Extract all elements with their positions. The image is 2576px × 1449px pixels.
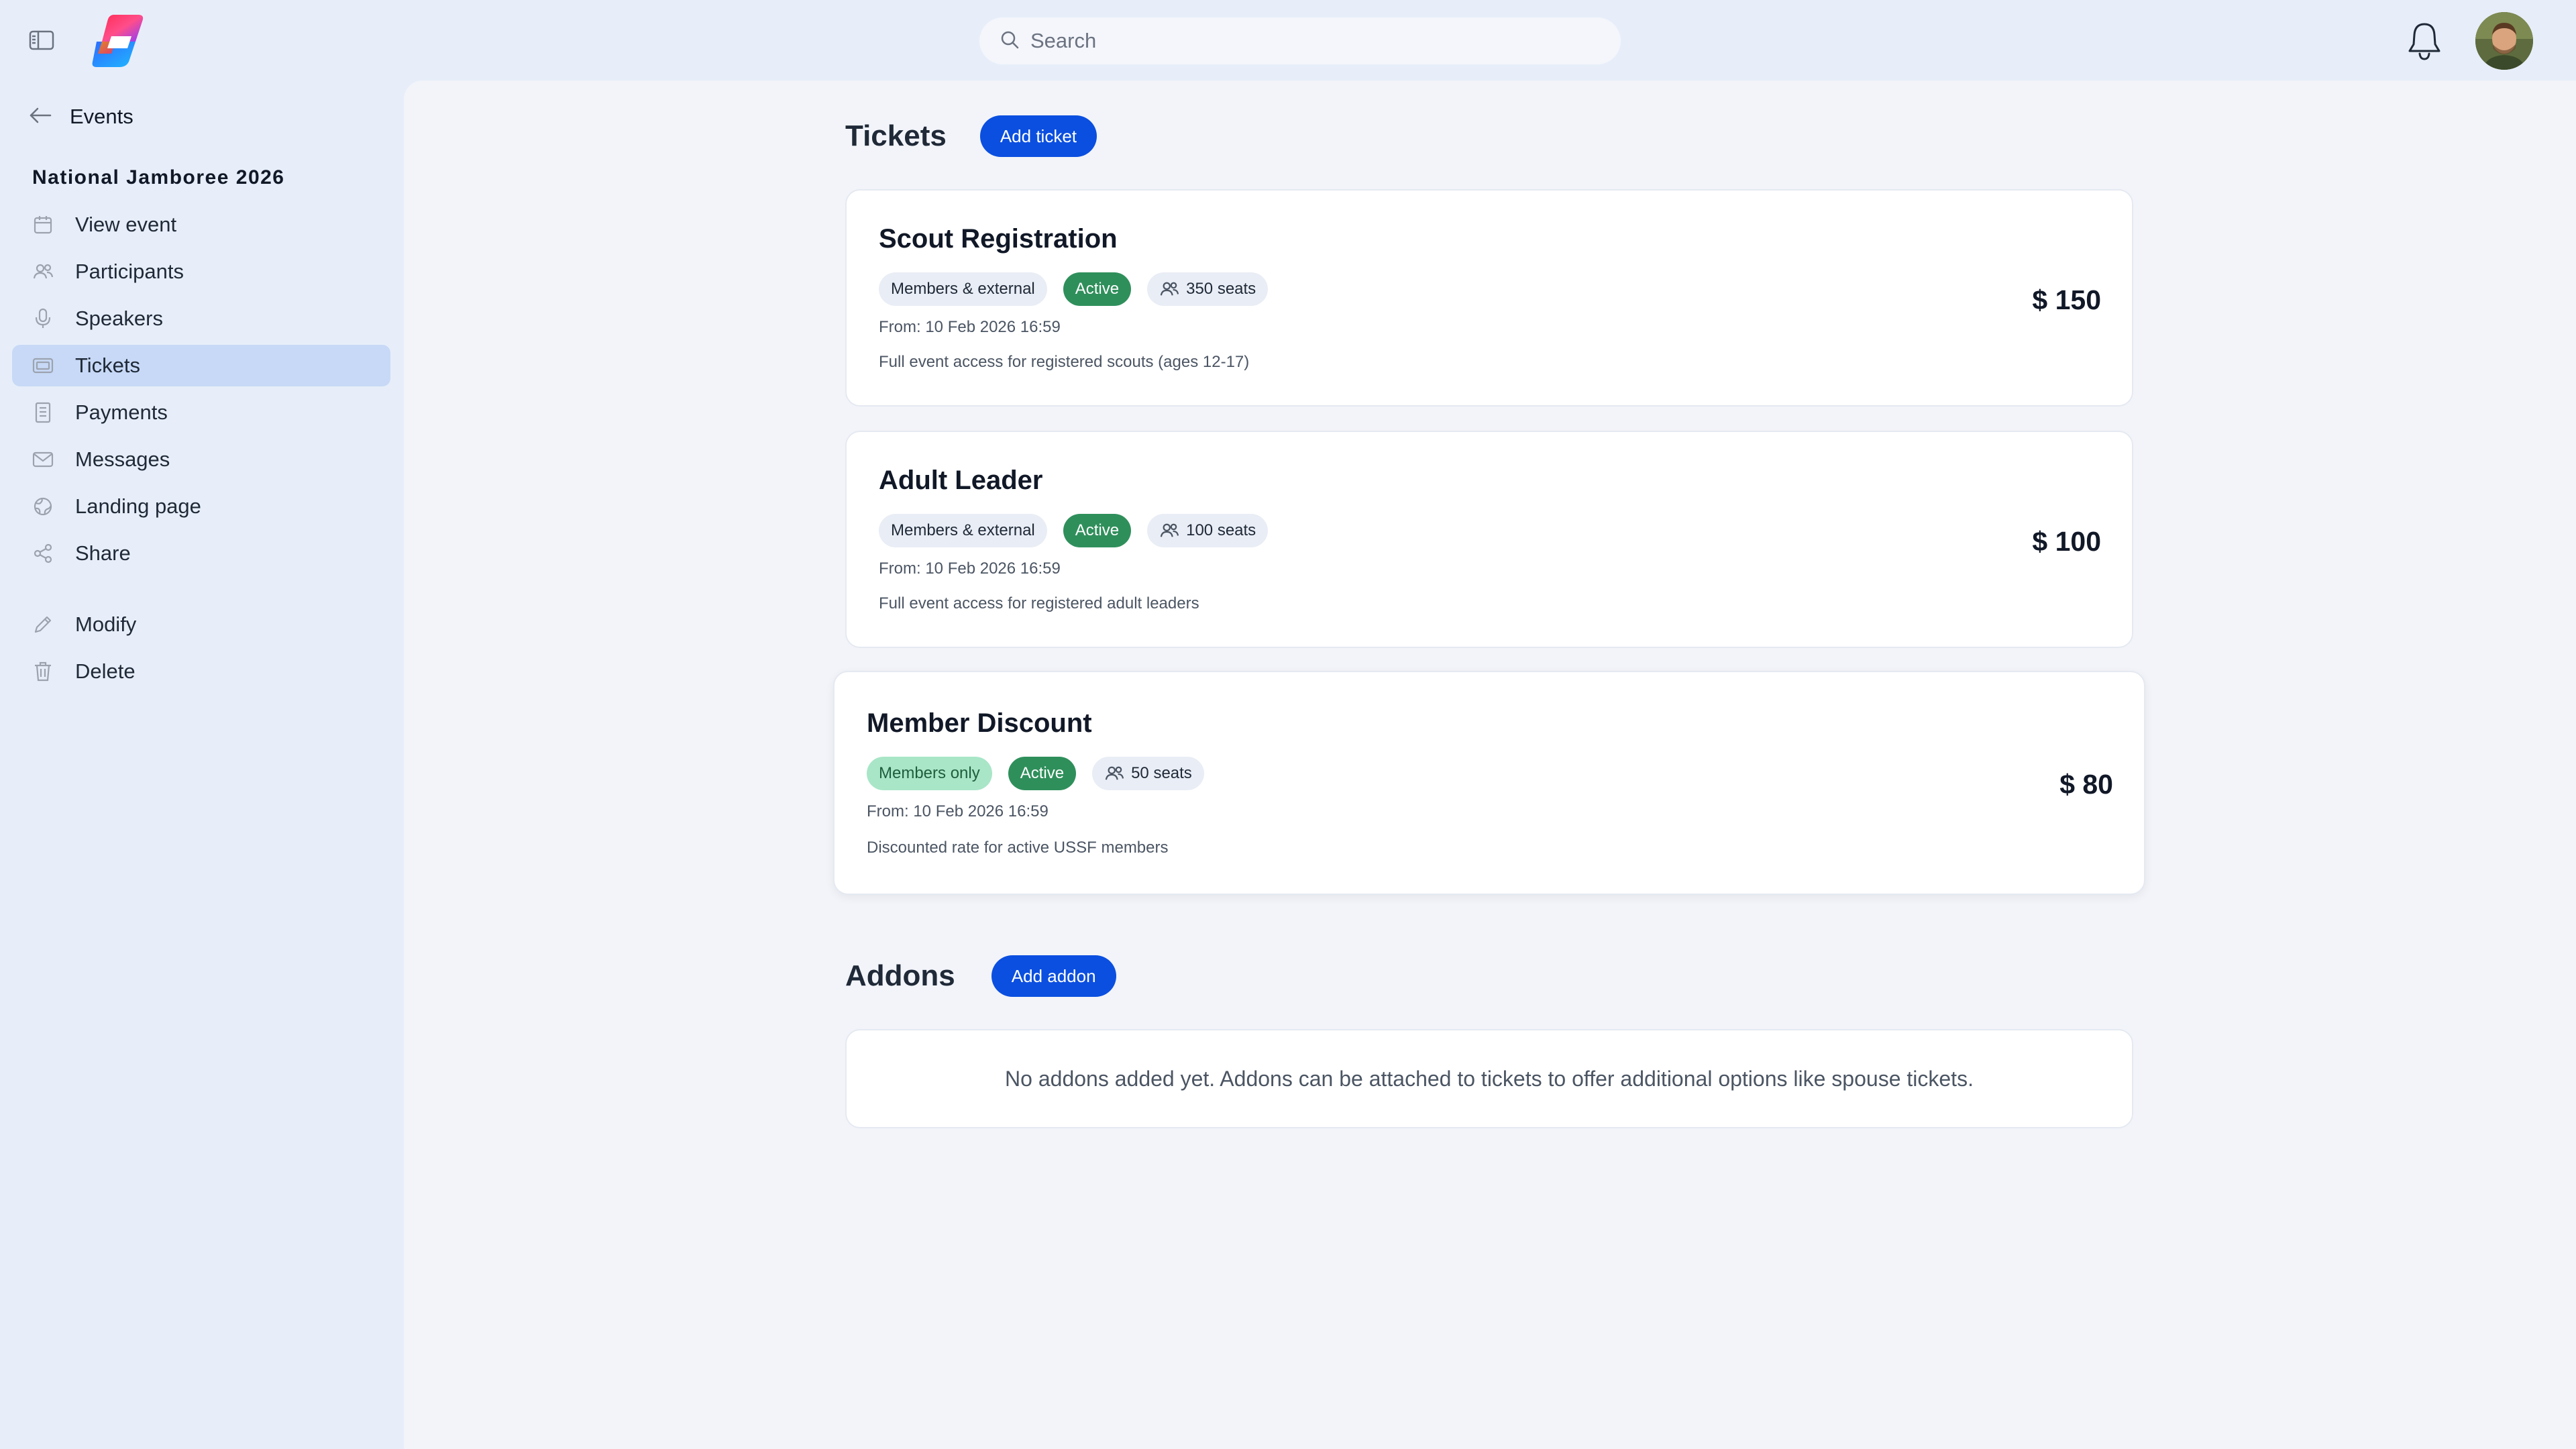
ticket-start-date: From: 10 Feb 2026 16:59 bbox=[879, 559, 1061, 578]
status-badge: Active bbox=[1063, 514, 1132, 547]
sidebar-item-speakers[interactable]: Speakers bbox=[12, 298, 390, 339]
ticket-badges: Members only Active 50 seats bbox=[867, 757, 1220, 790]
app-logo[interactable] bbox=[89, 12, 146, 70]
modify-event-button[interactable]: Modify bbox=[12, 604, 390, 645]
arrow-left-icon bbox=[28, 105, 52, 129]
sidebar-item-tickets[interactable]: Tickets bbox=[12, 345, 390, 386]
microphone-icon bbox=[31, 307, 55, 331]
back-link-label: Events bbox=[70, 105, 133, 128]
audience-badge: Members & external bbox=[879, 514, 1047, 547]
calendar-icon bbox=[31, 213, 55, 237]
addons-empty-message: No addons added yet. Addons can be attac… bbox=[1005, 1066, 1974, 1091]
sidebar-item-label: Share bbox=[75, 541, 131, 565]
user-avatar[interactable] bbox=[2475, 12, 2533, 70]
sidebar-item-payments[interactable]: Payments bbox=[12, 392, 390, 433]
addons-empty-state: No addons added yet. Addons can be attac… bbox=[845, 1029, 2133, 1128]
bell-icon[interactable] bbox=[2406, 19, 2443, 62]
share-icon bbox=[31, 541, 55, 566]
receipt-icon bbox=[31, 400, 55, 425]
sidebar-item-label: Landing page bbox=[75, 494, 201, 518]
sidebar: Events National Jamboree 2026 View event… bbox=[0, 80, 402, 1449]
add-addon-button[interactable]: Add addon bbox=[991, 955, 1116, 997]
ticket-start-date: From: 10 Feb 2026 16:59 bbox=[879, 318, 1061, 336]
modify-label: Modify bbox=[75, 612, 137, 636]
seats-count: 100 seats bbox=[1186, 521, 1256, 539]
seats-badge: 100 seats bbox=[1147, 514, 1269, 547]
ticket-start-date: From: 10 Feb 2026 16:59 bbox=[867, 802, 1049, 820]
nav-divider bbox=[12, 580, 390, 604]
sidebar-item-participants[interactable]: Participants bbox=[12, 251, 390, 292]
users-icon bbox=[1105, 766, 1124, 780]
search-input[interactable] bbox=[1030, 29, 1580, 53]
ticket-name: Adult Leader bbox=[879, 466, 1043, 495]
seats-badge: 350 seats bbox=[1147, 272, 1269, 306]
ticket-badges: Members & external Active 350 seats bbox=[879, 272, 1284, 306]
trash-icon bbox=[31, 659, 55, 684]
add-ticket-button[interactable]: Add ticket bbox=[979, 115, 1097, 157]
status-badge: Active bbox=[1063, 272, 1132, 306]
sidebar-item-label: Participants bbox=[75, 260, 184, 283]
seats-count: 350 seats bbox=[1186, 280, 1256, 298]
audience-badge: Members only bbox=[867, 757, 992, 790]
event-title: National Jamboree 2026 bbox=[32, 166, 285, 189]
sidebar-item-view-event[interactable]: View event bbox=[12, 204, 390, 246]
ticket-card[interactable]: Scout Registration Members & external Ac… bbox=[845, 189, 2133, 407]
seats-count: 50 seats bbox=[1131, 764, 1192, 782]
sidebar-item-label: View event bbox=[75, 213, 177, 236]
seats-badge: 50 seats bbox=[1092, 757, 1204, 790]
addons-header: Addons Add addon bbox=[845, 955, 1116, 997]
ticket-price: $ 80 bbox=[2059, 769, 2113, 800]
pencil-icon bbox=[31, 612, 55, 637]
ticket-card[interactable]: Adult Leader Members & external Active 1… bbox=[845, 431, 2133, 648]
tickets-heading: Tickets bbox=[845, 119, 947, 152]
ticket-description: Full event access for registered adult l… bbox=[879, 594, 1199, 612]
users-icon bbox=[1160, 282, 1179, 296]
users-icon bbox=[31, 260, 55, 284]
status-badge: Active bbox=[1008, 757, 1077, 790]
users-icon bbox=[1160, 523, 1179, 537]
sidebar-item-share[interactable]: Share bbox=[12, 533, 390, 574]
main-content: Tickets Add ticket Scout Registration Me… bbox=[404, 80, 2576, 1449]
ticket-price: $ 100 bbox=[2032, 526, 2101, 557]
top-bar bbox=[0, 0, 2576, 80]
mail-icon bbox=[31, 447, 55, 472]
search-icon bbox=[1000, 30, 1020, 53]
audience-badge: Members & external bbox=[879, 272, 1047, 306]
ticket-card[interactable]: Member Discount Members only Active 50 s… bbox=[833, 671, 2145, 895]
globe-icon bbox=[31, 494, 55, 519]
ticket-description: Discounted rate for active USSF members bbox=[867, 839, 1169, 857]
back-to-events-link[interactable]: Events bbox=[28, 105, 133, 129]
sidebar-toggle-icon[interactable] bbox=[27, 27, 56, 54]
sidebar-item-label: Speakers bbox=[75, 307, 163, 330]
delete-label: Delete bbox=[75, 659, 136, 683]
sidebar-nav: View event Participants Speakers Tickets… bbox=[12, 204, 390, 698]
delete-event-button[interactable]: Delete bbox=[12, 651, 390, 692]
addons-heading: Addons bbox=[845, 959, 955, 992]
ticket-description: Full event access for registered scouts … bbox=[879, 353, 1250, 371]
search-bar[interactable] bbox=[979, 17, 1621, 64]
ticket-badges: Members & external Active 100 seats bbox=[879, 514, 1284, 547]
tickets-header: Tickets Add ticket bbox=[845, 115, 1097, 157]
sidebar-item-landing-page[interactable]: Landing page bbox=[12, 486, 390, 527]
sidebar-item-label: Payments bbox=[75, 400, 168, 424]
sidebar-item-label: Messages bbox=[75, 447, 170, 471]
ticket-icon bbox=[31, 354, 55, 378]
ticket-name: Scout Registration bbox=[879, 224, 1118, 254]
ticket-price: $ 150 bbox=[2032, 284, 2101, 315]
ticket-name: Member Discount bbox=[867, 708, 1092, 738]
sidebar-item-messages[interactable]: Messages bbox=[12, 439, 390, 480]
sidebar-item-label: Tickets bbox=[75, 354, 141, 377]
